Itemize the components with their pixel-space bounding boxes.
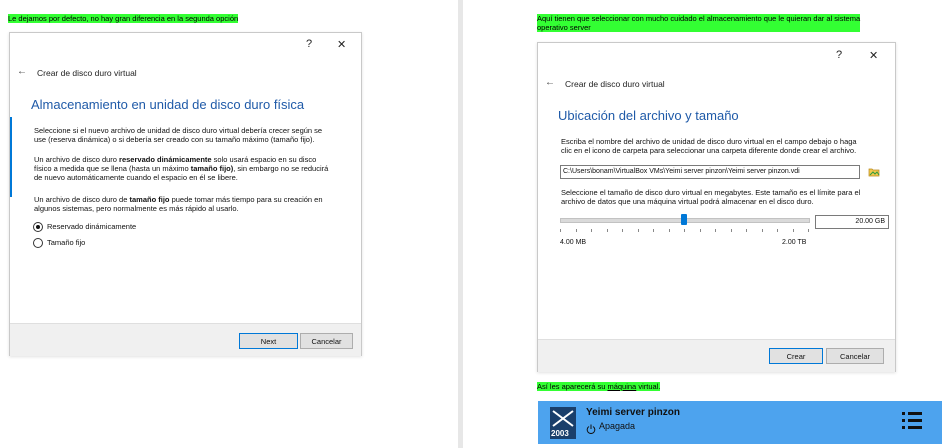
create-button[interactable]: Crear — [769, 348, 823, 364]
description-2-line3: de nuevo automáticamente cuando el espac… — [34, 173, 238, 182]
dialog-footer: Crear Cancelar — [538, 339, 895, 372]
size-slider-thumb[interactable] — [681, 214, 687, 225]
description-3: Un archivo de disco duro de tamaño fijo … — [34, 195, 323, 213]
slider-tick — [684, 229, 685, 232]
slider-tick — [575, 229, 577, 232]
vm-list-item[interactable]: 2003 Yeimi server pinzon Apagada — [538, 401, 942, 444]
min-size-label: 4.00 MB — [560, 239, 587, 246]
slider-tick — [560, 229, 561, 232]
slider-tick — [730, 229, 732, 232]
window-title: Crear de disco duro virtual — [37, 68, 137, 78]
slider-tick — [591, 229, 592, 232]
description-3-line1: Un archivo de disco duro de tamaño fijo … — [34, 195, 323, 204]
close-icon[interactable]: ✕ — [869, 49, 878, 62]
description-2-line1: Un archivo de disco duro reservado dinám… — [34, 155, 317, 164]
slider-tick — [808, 229, 809, 232]
back-arrow-icon[interactable]: ← — [17, 66, 27, 77]
description-1: Seleccione si el nuevo archivo de unidad… — [34, 126, 322, 144]
vm-name: Yeimi server pinzon — [586, 407, 680, 418]
folder-icon[interactable] — [868, 165, 880, 177]
right-dialog: ? ✕ ← Crear de disco duro virtual Ubicac… — [537, 42, 896, 372]
left-highlight-note: Le dejamos por defecto, no hay gran dife… — [8, 14, 239, 23]
radio-dynamic[interactable] — [33, 222, 43, 232]
size-description: Seleccione el tamaño de disco duro virtu… — [561, 188, 860, 206]
file-description-line1: Escriba el nombre del archivo de unidad … — [561, 137, 857, 146]
page-title: Ubicación del archivo y tamaño — [558, 108, 739, 123]
menu-list-icon[interactable] — [901, 409, 923, 433]
slider-tick — [668, 229, 670, 232]
close-icon[interactable]: ✕ — [337, 38, 346, 51]
max-size-label: 2.00 TB — [782, 239, 807, 246]
bottom-highlight-note: Así les aparecerá su máquina virtual. — [537, 382, 661, 391]
size-description-line2: archivo de datos que una máquina virtual… — [561, 197, 814, 206]
page-divider — [458, 0, 463, 448]
os-badge: 2003 — [551, 429, 569, 438]
description-1-line1: Seleccione si el nuevo archivo de unidad… — [34, 126, 323, 135]
windows-2003-icon: 2003 — [549, 406, 577, 440]
cancel-button[interactable]: Cancelar — [826, 348, 884, 364]
right-note-line2: operativo server — [537, 23, 591, 32]
radio-fixed-label[interactable]: Tamaño fijo — [47, 238, 85, 247]
file-description-line2: clic en el icono de carpeta para selecci… — [561, 146, 857, 155]
slider-tick — [792, 229, 794, 232]
focus-bar — [10, 117, 12, 197]
back-arrow-icon[interactable]: ← — [545, 77, 555, 88]
description-1-line2: use (reserva dinámica) o si debería ser … — [34, 135, 315, 144]
slider-tick — [746, 229, 747, 232]
help-button[interactable]: ? — [306, 38, 312, 50]
description-2-line2: físico a medida que se llena (hasta un m… — [34, 164, 329, 173]
power-off-icon — [586, 421, 596, 434]
slider-tick — [715, 229, 716, 232]
slider-tick — [699, 229, 701, 232]
dialog-footer: Next Cancelar — [10, 323, 361, 356]
slider-tick — [637, 229, 639, 232]
help-button[interactable]: ? — [836, 49, 842, 61]
right-note-line1: Aquí tienen que seleccionar con mucho cu… — [537, 14, 861, 23]
file-path-input[interactable]: C:\Users\bonam\VirtualBox VMs\Yeimi serv… — [560, 165, 860, 179]
slider-tick — [777, 229, 778, 232]
slider-tick — [622, 229, 623, 232]
radio-dynamic-label[interactable]: Reservado dinámicamente — [47, 222, 136, 231]
next-button[interactable]: Next — [239, 333, 298, 349]
slider-tick — [653, 229, 654, 232]
description-2: Un archivo de disco duro reservado dinám… — [34, 155, 328, 182]
description-3-line2: algunos sistemas, pero normalmente es má… — [34, 204, 239, 213]
slider-tick — [606, 229, 608, 232]
radio-fixed[interactable] — [33, 238, 43, 248]
page-title: Almacenamiento en unidad de disco duro f… — [31, 97, 305, 112]
vm-state: Apagada — [599, 421, 636, 431]
window-title: Crear de disco duro virtual — [565, 79, 665, 89]
slider-tick — [761, 229, 763, 232]
right-highlight-note: Aquí tienen que seleccionar con mucho cu… — [537, 14, 861, 32]
left-dialog: ? ✕ ← Crear de disco duro virtual Almace… — [9, 32, 362, 356]
cancel-button[interactable]: Cancelar — [300, 333, 353, 349]
size-description-line1: Seleccione el tamaño de disco duro virtu… — [561, 188, 861, 197]
file-description: Escriba el nombre del archivo de unidad … — [561, 137, 857, 155]
size-input[interactable]: 20.00 GB — [815, 215, 889, 229]
